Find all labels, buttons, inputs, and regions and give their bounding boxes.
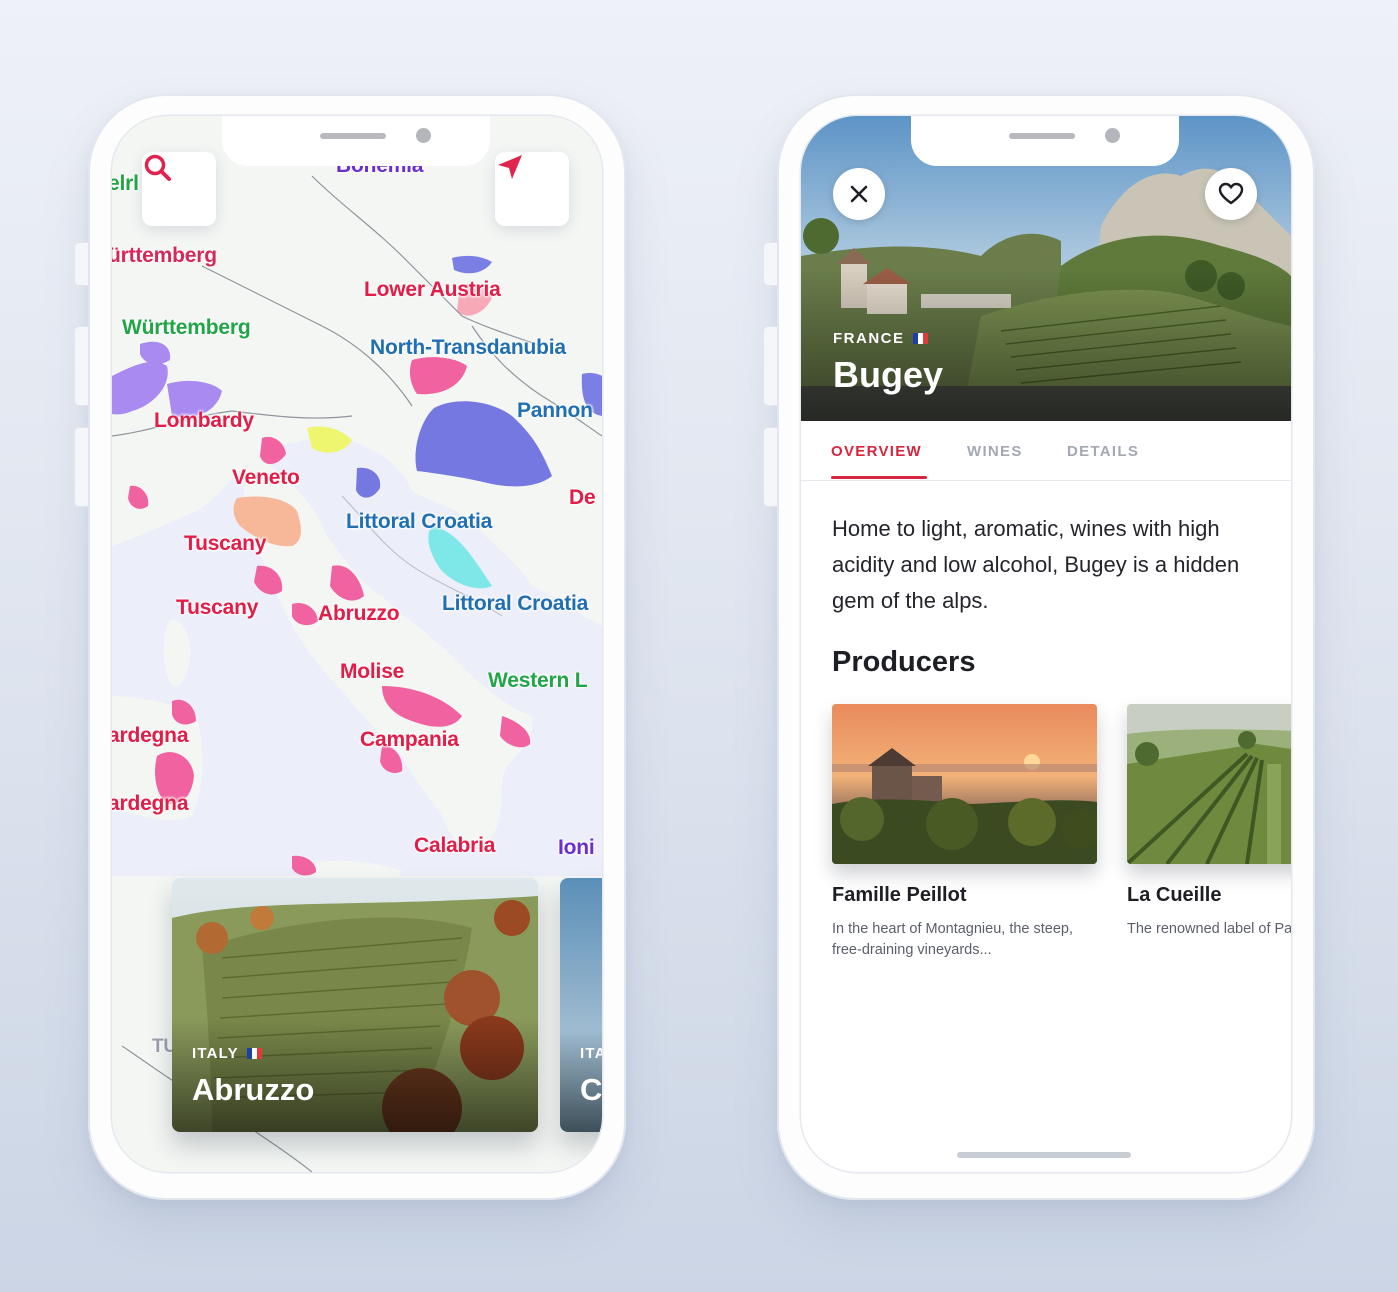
map-label[interactable]: Abruzzo (318, 602, 400, 626)
map-label[interactable]: Littoral Croatia (442, 592, 588, 616)
tab-details[interactable]: DETAILS (1067, 443, 1139, 460)
map-label[interactable]: Pannon (517, 399, 593, 423)
tab-overview[interactable]: OVERVIEW (831, 443, 922, 460)
close-button[interactable] (833, 168, 885, 220)
search-icon (144, 154, 171, 181)
flag-icon (246, 1048, 262, 1059)
close-icon (850, 185, 868, 203)
producer-card[interactable]: Famille Peillot In the heart of Montagni… (832, 704, 1097, 961)
map-label[interactable]: Veneto (232, 466, 300, 490)
map-label[interactable]: ardegna (112, 792, 188, 816)
producer-description: The renowned label of Patrick Bottex. (1127, 921, 1291, 937)
card-country: ITA (580, 1045, 602, 1062)
region-card-abruzzo[interactable]: ITALY Abruzzo (172, 878, 538, 1132)
map-label[interactable]: elrl (112, 172, 139, 196)
map-label[interactable]: Ioni (558, 836, 595, 860)
phone-map: Bohemia elrl ürttemberg Lower Austria Wü… (74, 94, 626, 1200)
map-label[interactable]: Campania (360, 728, 459, 752)
map-label[interactable]: De (569, 486, 596, 510)
producer-name: Famille Peillot (832, 884, 967, 906)
volume-down-button (74, 427, 88, 507)
map-label[interactable]: Tuscany (184, 532, 266, 556)
region-description: Home to light, aromatic, wines with high… (832, 516, 1240, 613)
wine-map[interactable]: Bohemia elrl ürttemberg Lower Austria Wü… (112, 116, 602, 1172)
phone-detail: FRANCE Bugey OVERVIEW WINES DETAILS Home… (763, 94, 1315, 1200)
favorite-button[interactable] (1205, 168, 1257, 220)
volume-up-button (74, 326, 88, 406)
home-indicator[interactable] (957, 1152, 1131, 1158)
map-label[interactable]: Molise (340, 660, 404, 684)
volume-down-button (763, 427, 777, 507)
map-label[interactable]: Württemberg (122, 316, 251, 340)
map-label[interactable]: Western L (488, 669, 588, 693)
producer-name: La Cueille (1127, 884, 1222, 906)
mute-switch (763, 242, 777, 286)
mute-switch (74, 242, 88, 286)
region-title: Bugey (833, 354, 944, 395)
notch (911, 116, 1179, 166)
producer-photo (1127, 704, 1291, 864)
france-flag-icon (912, 333, 928, 344)
detail-screen: FRANCE Bugey OVERVIEW WINES DETAILS Home… (801, 116, 1291, 1172)
volume-up-button (763, 326, 777, 406)
map-label[interactable]: Lower Austria (364, 278, 501, 302)
map-label[interactable]: Lombardy (154, 409, 254, 433)
map-screen: Bohemia elrl ürttemberg Lower Austria Wü… (112, 116, 602, 1172)
region-card-next[interactable]: ITA C (560, 878, 602, 1132)
card-country: ITALY (192, 1045, 262, 1062)
producer-photo (832, 704, 1097, 864)
card-region-name: C (580, 1072, 602, 1107)
map-label[interactable]: Calabria (414, 834, 495, 858)
active-tab-indicator (831, 476, 927, 479)
producer-card[interactable]: La Cueille The renowned label of Patrick… (1127, 704, 1291, 940)
map-label[interactable]: Littoral Croatia (346, 510, 492, 534)
notch (222, 116, 490, 166)
map-label[interactable]: ardegna (112, 724, 188, 748)
map-label[interactable]: ürttemberg (112, 244, 217, 268)
producers-heading: Producers (832, 646, 976, 678)
navigation-arrow-icon (498, 155, 522, 179)
locate-button[interactable] (495, 152, 569, 226)
hero-country: FRANCE (833, 330, 928, 347)
card-region-name: Abruzzo (192, 1072, 315, 1107)
map-label[interactable]: North-Transdanubia (370, 336, 566, 360)
tab-wines[interactable]: WINES (967, 443, 1023, 460)
producer-description: In the heart of Montagnieu, the steep, f… (832, 921, 1074, 958)
heart-icon (1218, 182, 1244, 205)
map-label[interactable]: Tuscany (176, 596, 258, 620)
search-button[interactable] (142, 152, 216, 226)
tab-bar: OVERVIEW WINES DETAILS (801, 421, 1291, 481)
